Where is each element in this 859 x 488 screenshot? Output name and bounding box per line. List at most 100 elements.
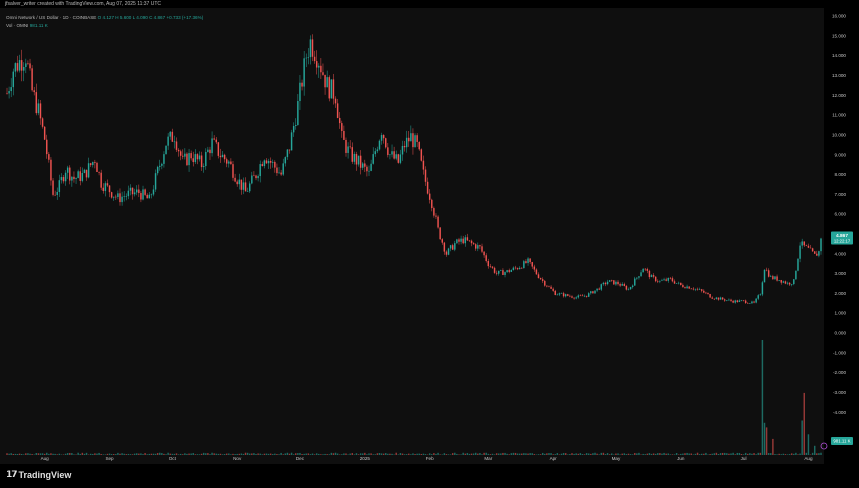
candle-body [669,277,672,279]
volume-bar [552,454,554,455]
candle-body [209,149,211,154]
volume-bar [736,452,739,455]
candle-body [249,183,251,192]
candle-body [414,135,416,148]
candle-body [575,297,577,299]
volume-bar [571,453,573,455]
candle-body [263,160,266,167]
candle [359,150,362,175]
candle [175,137,178,153]
volume-bar [606,453,609,455]
volume-bar [186,453,188,455]
candle-body [755,298,757,303]
candle-body [309,39,312,58]
volume-bar [69,452,71,455]
candle-body [37,103,40,114]
candle-body [567,294,569,296]
candle-body [703,290,705,293]
candle [767,268,770,278]
candle [219,148,222,163]
volume-bar [382,453,385,455]
candle-body [79,171,81,181]
volume-bar [665,453,667,455]
candle-body [474,244,477,249]
volume-bar [560,453,563,455]
candle [16,55,19,73]
candle [242,177,245,195]
volume-bar [445,454,448,455]
volume-bar [41,453,44,455]
volume-bar [738,452,741,455]
candle [92,161,94,168]
candle [711,296,713,299]
candle-body [198,155,201,160]
candlestick-chart: 16.000 15.000 14.000 13.000 12.000 11.000 10.0… [6,14,853,461]
volume-bar [221,454,224,455]
candle [154,169,157,192]
y-tick-label: -3.000 [833,390,846,395]
volume-bar [401,453,404,455]
candle-body [8,91,10,94]
volume-bar [548,453,550,455]
candle-body [772,276,774,280]
volume-bar [631,454,634,455]
volume-bar [690,453,692,455]
volume-bar [512,452,515,455]
volume-bar [558,454,561,455]
volume-bar [675,452,678,455]
volume-bar [405,454,408,455]
candle [269,157,272,169]
candle [343,125,345,141]
candle [529,258,531,264]
candle [131,187,134,200]
candle [112,196,115,201]
candle [12,68,15,96]
candle [740,299,743,302]
candle-body [108,185,111,193]
volume-bar [207,453,209,455]
volume-bar [387,453,389,455]
volume-bar [531,453,533,455]
volume-bar [485,452,487,455]
candle-body [617,281,619,285]
candle-body [485,255,487,262]
volume-bar [309,454,312,455]
volume-bar [144,453,146,455]
volume-bar [698,454,701,455]
candle [257,174,259,182]
candle [715,296,718,300]
candle [757,294,759,301]
candle-body [52,180,54,195]
volume-bar [709,454,711,455]
candle-body [692,288,695,290]
candle [138,184,140,198]
candle-body [642,268,644,273]
tradingview-logo[interactable]: 𝟭𝟳 TradingView [6,469,71,480]
candle-body [707,293,709,295]
volume-bar [761,340,764,455]
volume-bar [575,453,577,455]
volume-bar [763,422,766,455]
candle-body [550,286,552,289]
volume-bar [127,453,130,455]
candle [100,169,102,191]
volume-bar [159,452,161,455]
volume-bar [353,454,356,455]
candle [571,295,573,299]
candle [700,288,703,293]
candle [527,257,529,266]
candle-body [451,245,454,250]
candle-body [102,187,104,191]
candle-body [625,285,628,290]
candle-body [140,193,142,200]
volume-bar [594,452,596,455]
candle [290,129,293,151]
volume-bar [472,453,475,455]
candle-body [259,164,261,177]
candle-body [364,163,366,167]
candle [736,299,739,303]
volume-bar [177,454,180,455]
candle-body [640,272,642,277]
candle-body [757,295,759,299]
volume-bar [650,453,653,455]
